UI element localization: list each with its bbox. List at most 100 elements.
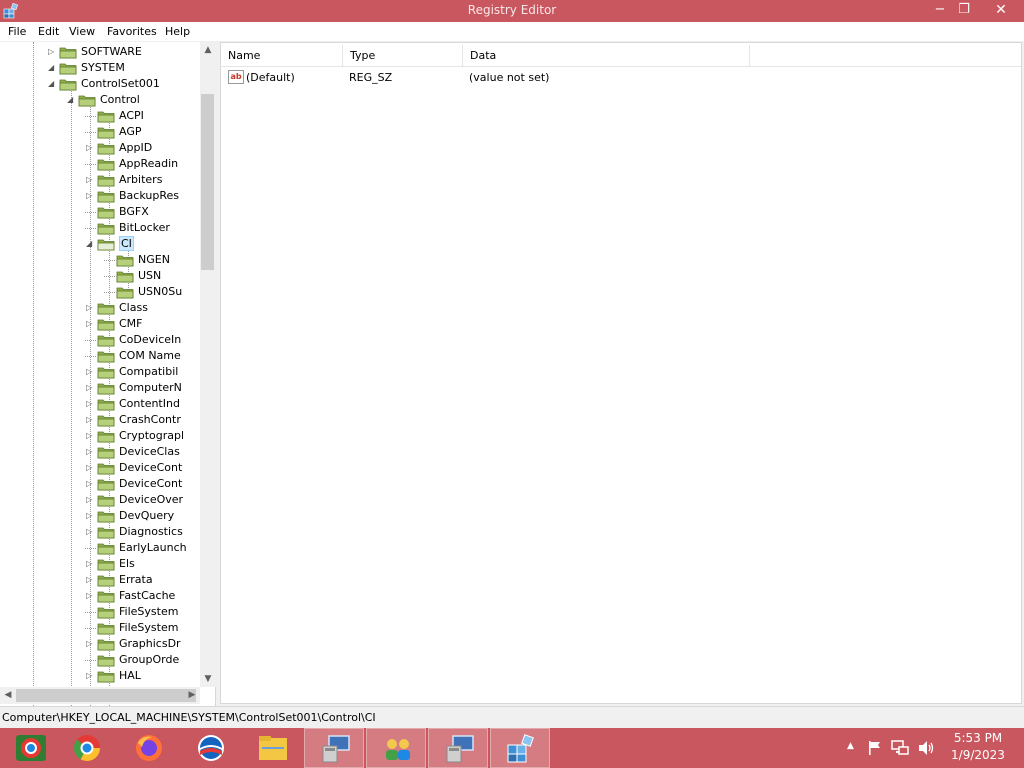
scroll-thumb-horizontal[interactable] bbox=[16, 689, 196, 702]
folder-icon bbox=[97, 559, 115, 571]
string-value-icon: ab bbox=[228, 70, 244, 84]
column-name[interactable]: Name bbox=[221, 45, 343, 67]
tree-item-label: AppReadin bbox=[119, 157, 179, 170]
tree-item-label: FileSystem bbox=[119, 605, 179, 618]
no-toggle bbox=[86, 221, 96, 235]
scroll-left-icon[interactable]: ◀ bbox=[0, 687, 16, 704]
expand-toggle-icon[interactable]: ▷ bbox=[86, 397, 96, 411]
value-data: (value not set) bbox=[469, 71, 550, 84]
scroll-thumb[interactable] bbox=[201, 94, 214, 270]
menu-edit[interactable]: Edit bbox=[38, 25, 59, 38]
taskbar-app-3[interactable] bbox=[118, 728, 178, 768]
expand-toggle-icon[interactable]: ◢ bbox=[67, 93, 77, 107]
folder-icon bbox=[97, 383, 115, 395]
tree-item-label: SYSTEM bbox=[81, 61, 125, 74]
tree-item-label: ACPI bbox=[119, 109, 144, 122]
scroll-right-icon[interactable]: ▶ bbox=[184, 687, 200, 704]
expand-toggle-icon[interactable]: ▷ bbox=[48, 45, 58, 59]
taskbar-app-1[interactable] bbox=[0, 728, 60, 768]
no-toggle bbox=[86, 109, 96, 123]
tree-horizontal-scrollbar[interactable]: ◀ ▶ bbox=[0, 687, 200, 704]
expand-toggle-icon[interactable]: ◢ bbox=[48, 61, 58, 75]
scroll-up-icon[interactable]: ▲ bbox=[200, 42, 216, 58]
network-icon[interactable] bbox=[891, 740, 909, 756]
tree-item-label: CrashContr bbox=[119, 413, 181, 426]
folder-icon bbox=[97, 303, 115, 315]
folder-icon bbox=[59, 47, 77, 59]
tree-item-label: BackupRes bbox=[119, 189, 179, 202]
no-toggle bbox=[86, 541, 96, 555]
expand-toggle-icon[interactable]: ▷ bbox=[86, 525, 96, 539]
expand-toggle-icon[interactable]: ▷ bbox=[86, 413, 96, 427]
value-name: (Default) bbox=[246, 71, 295, 84]
expand-toggle-icon[interactable]: ▷ bbox=[86, 317, 96, 331]
expand-toggle-icon[interactable]: ▷ bbox=[86, 493, 96, 507]
tree-item-label: Control bbox=[100, 93, 140, 106]
expand-toggle-icon[interactable]: ▷ bbox=[86, 589, 96, 603]
tree-item-label: CoDeviceIn bbox=[119, 333, 182, 346]
folder-icon bbox=[97, 479, 115, 491]
tree-item-label: BitLocker bbox=[119, 221, 170, 234]
scroll-down-icon[interactable]: ▼ bbox=[200, 671, 216, 687]
network-users-icon bbox=[386, 739, 410, 760]
taskbar-app-8[interactable] bbox=[428, 728, 488, 768]
show-hidden-icons-icon[interactable]: ▲ bbox=[847, 741, 854, 751]
restore-button[interactable]: ❐ bbox=[950, 0, 978, 22]
expand-toggle-icon[interactable]: ▷ bbox=[86, 173, 96, 187]
taskbar-app-4[interactable] bbox=[180, 728, 240, 768]
status-bar: Computer\HKEY_LOCAL_MACHINE\SYSTEM\Contr… bbox=[0, 706, 1024, 728]
taskbar: ▲ 5:53 PM 1/9/2023 bbox=[0, 728, 1024, 768]
taskbar-app-9[interactable] bbox=[490, 728, 550, 768]
clock-date: 1/9/2023 bbox=[951, 748, 1005, 762]
menu-help[interactable]: Help bbox=[165, 25, 190, 38]
taskbar-app-6[interactable] bbox=[304, 728, 364, 768]
menu-file[interactable]: File bbox=[8, 25, 26, 38]
expand-toggle-icon[interactable]: ▷ bbox=[86, 669, 96, 683]
no-toggle bbox=[86, 349, 96, 363]
folder-icon bbox=[97, 639, 115, 651]
clock[interactable]: 5:53 PM 1/9/2023 bbox=[940, 730, 1016, 764]
tree-item-label: Arbiters bbox=[119, 173, 163, 186]
taskbar-app-5[interactable] bbox=[242, 728, 302, 768]
tree-item-label: DevQuery bbox=[119, 509, 175, 522]
expand-toggle-icon[interactable]: ▷ bbox=[86, 445, 96, 459]
tree-item-label: FileSystem bbox=[119, 621, 179, 634]
registry-editor-icon bbox=[507, 734, 534, 763]
expand-toggle-icon[interactable]: ▷ bbox=[86, 301, 96, 315]
expand-toggle-icon[interactable]: ▷ bbox=[86, 141, 96, 155]
folder-icon bbox=[97, 159, 115, 171]
expand-toggle-icon[interactable]: ▷ bbox=[86, 573, 96, 587]
values-list-header: Name Type Data bbox=[221, 45, 1021, 67]
action-center-flag-icon[interactable] bbox=[867, 740, 883, 756]
taskbar-app-7[interactable] bbox=[366, 728, 426, 768]
taskbar-app-2[interactable] bbox=[56, 728, 116, 768]
value-row[interactable]: ab (Default) REG_SZ (value not set) bbox=[221, 68, 1021, 86]
folder-icon bbox=[97, 143, 115, 155]
folder-icon bbox=[97, 223, 115, 235]
expand-toggle-icon[interactable]: ▷ bbox=[86, 381, 96, 395]
expand-toggle-icon[interactable]: ▷ bbox=[86, 365, 96, 379]
expand-toggle-icon[interactable]: ▷ bbox=[86, 637, 96, 651]
menu-favorites[interactable]: Favorites bbox=[107, 25, 157, 38]
expand-toggle-icon[interactable]: ▷ bbox=[86, 429, 96, 443]
firefox-icon bbox=[136, 735, 162, 761]
file-explorer-icon bbox=[259, 736, 287, 760]
expand-toggle-icon[interactable]: ▷ bbox=[86, 189, 96, 203]
expand-toggle-icon[interactable]: ◢ bbox=[86, 237, 96, 251]
expand-toggle-icon[interactable]: ▷ bbox=[86, 477, 96, 491]
expand-toggle-icon[interactable]: ◢ bbox=[48, 77, 58, 91]
registry-key-tree[interactable]: ▷ SOFTWARE ◢ SYSTEM ◢ ControlSet001 ◢ Control AC… bbox=[0, 42, 216, 706]
column-data[interactable]: Data bbox=[463, 45, 750, 67]
tree-vertical-scrollbar[interactable]: ▲ ▼ bbox=[200, 42, 216, 687]
expand-toggle-icon[interactable]: ▷ bbox=[86, 461, 96, 475]
close-button[interactable]: ✕ bbox=[985, 0, 1017, 22]
tree-item-label: Class bbox=[119, 301, 148, 314]
menu-view[interactable]: View bbox=[69, 25, 95, 38]
values-list[interactable]: Name Type Data ab (Default) REG_SZ (valu… bbox=[220, 42, 1022, 704]
expand-toggle-icon[interactable]: ▷ bbox=[86, 509, 96, 523]
column-type[interactable]: Type bbox=[343, 45, 463, 67]
no-toggle bbox=[105, 269, 115, 283]
tree-item-label: ComputerN bbox=[119, 381, 182, 394]
expand-toggle-icon[interactable]: ▷ bbox=[86, 557, 96, 571]
volume-icon[interactable] bbox=[917, 740, 935, 756]
